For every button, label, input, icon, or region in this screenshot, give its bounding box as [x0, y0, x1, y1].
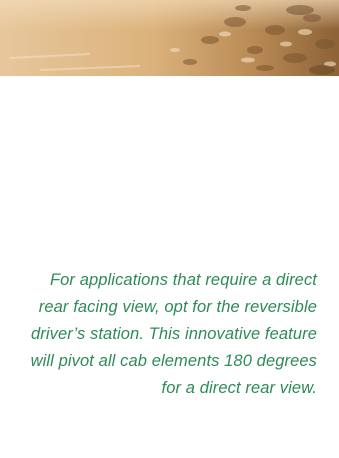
feature-description: For applications that require a direct r… — [30, 271, 317, 397]
terrain-photo — [0, 0, 339, 76]
